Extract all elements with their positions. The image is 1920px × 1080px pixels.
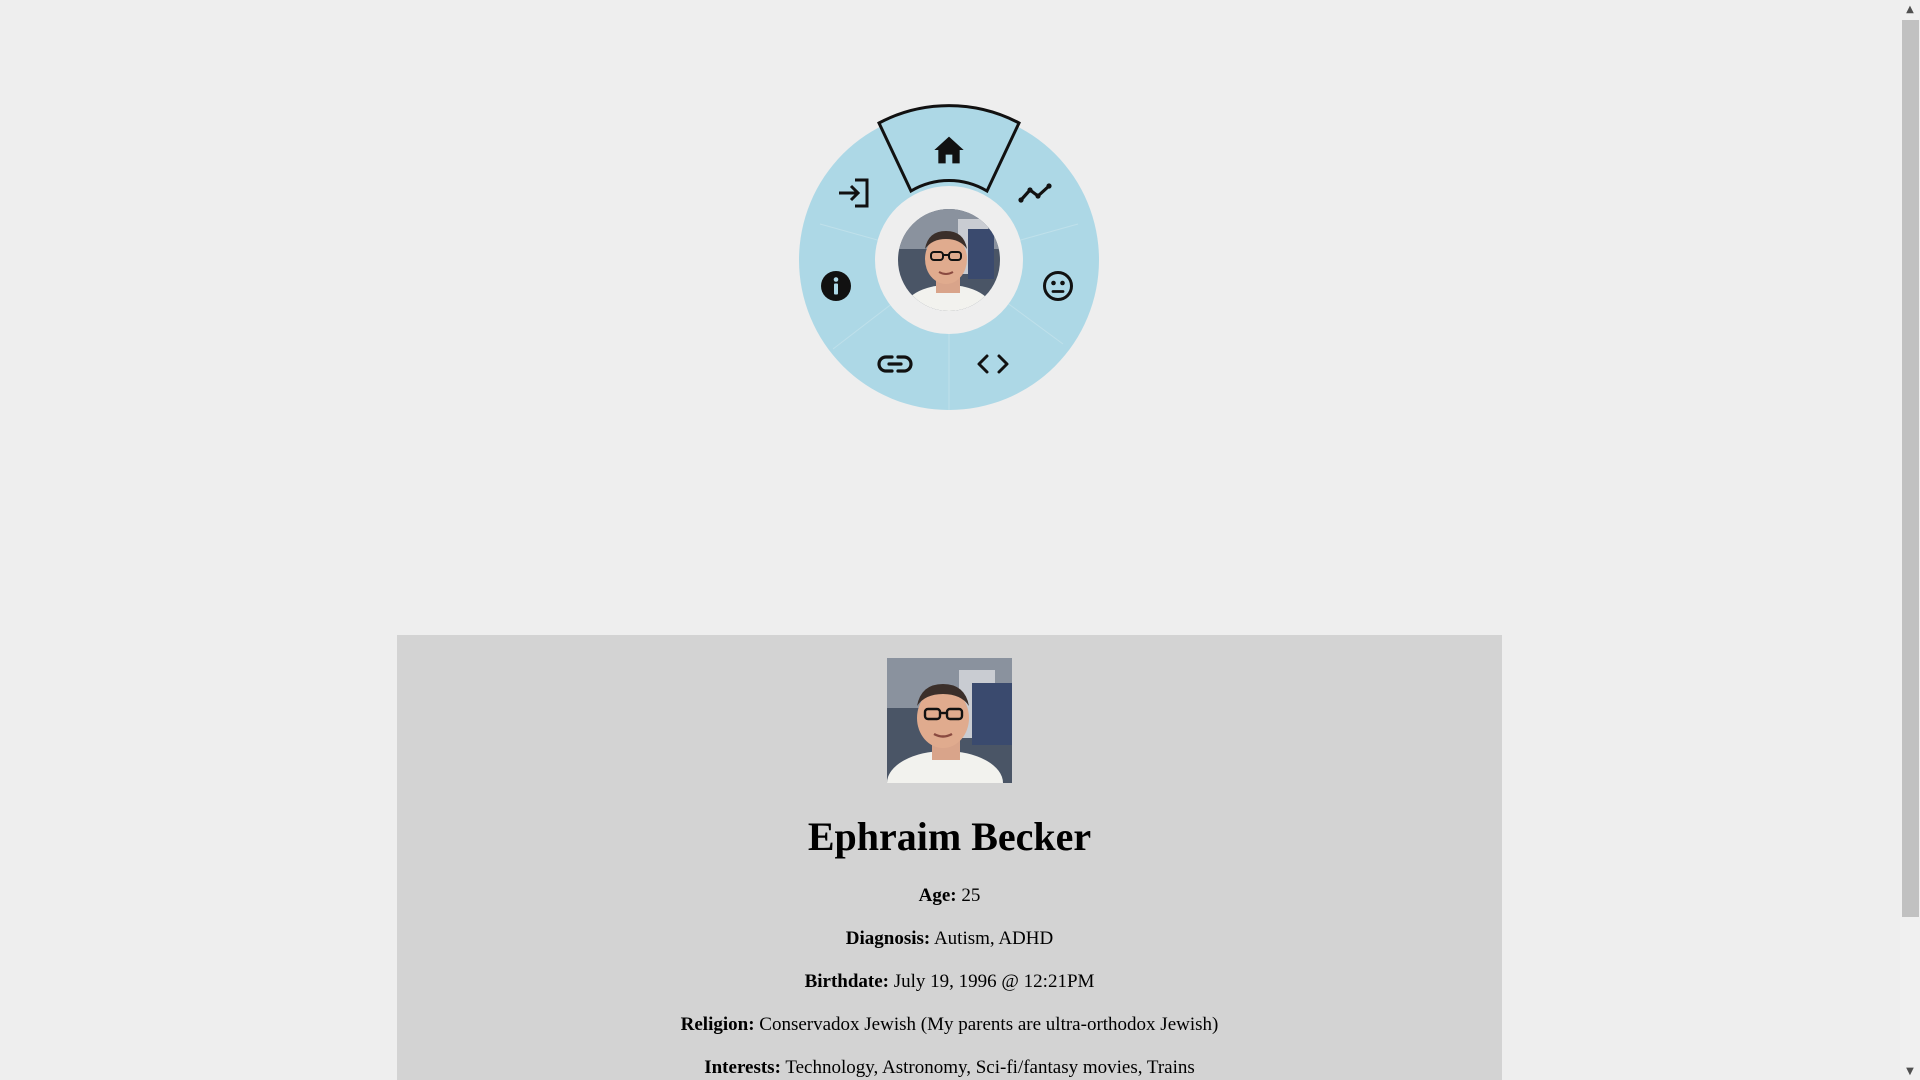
menu-item-mood[interactable] xyxy=(1036,264,1080,308)
menu-item-login[interactable] xyxy=(832,171,876,215)
code-brackets-icon xyxy=(977,354,1009,374)
info-age-label: Age: xyxy=(918,885,957,906)
menu-item-info[interactable] xyxy=(814,264,858,308)
vertical-scrollbar[interactable]: ▲ ▼ xyxy=(1900,0,1920,1080)
trending-icon xyxy=(1018,183,1052,203)
center-avatar[interactable] xyxy=(898,209,1000,311)
neutral-face-icon xyxy=(1043,271,1073,301)
profile-card: Ephraim Becker Age: 25 Diagnosis: Autism… xyxy=(397,635,1502,1080)
scroll-up-arrow-icon[interactable]: ▲ xyxy=(1900,0,1920,18)
info-birthdate-value: July 19, 1996 @ 12:21PM xyxy=(893,971,1095,992)
info-age-value: 25 xyxy=(961,885,981,906)
menu-item-code[interactable] xyxy=(971,342,1015,386)
link-icon xyxy=(877,355,913,373)
menu-item-home[interactable] xyxy=(927,128,971,172)
info-religion-value: Conservadox Jewish (My parents are ultra… xyxy=(759,1014,1219,1035)
info-diagnosis-value: Autism, ADHD xyxy=(933,928,1054,949)
info-icon xyxy=(821,271,851,301)
info-birthdate-label: Birthdate: xyxy=(804,971,889,992)
page: Ephraim Becker Age: 25 Diagnosis: Autism… xyxy=(0,0,1900,1080)
info-birthdate: Birthdate: July 19, 1996 @ 12:21PM xyxy=(397,971,1502,993)
info-age: Age: 25 xyxy=(397,885,1502,907)
info-religion: Religion: Conservadox Jewish (My parents… xyxy=(397,1014,1502,1036)
info-interests-value: Technology, Astronomy, Sci-fi/fantasy mo… xyxy=(785,1057,1195,1078)
info-diagnosis-label: Diagnosis: xyxy=(845,928,931,949)
radial-nav-menu xyxy=(793,104,1105,416)
home-icon xyxy=(934,136,964,164)
menu-item-stats[interactable] xyxy=(1014,171,1058,215)
login-icon xyxy=(839,178,869,208)
info-religion-label: Religion: xyxy=(680,1014,755,1035)
profile-photo xyxy=(887,658,1012,783)
avatar-photo xyxy=(898,209,1000,311)
info-interests: Interests: Technology, Astronomy, Sci-fi… xyxy=(397,1057,1502,1079)
menu-item-links[interactable] xyxy=(873,342,917,386)
scroll-down-arrow-icon[interactable]: ▼ xyxy=(1900,1062,1920,1080)
info-diagnosis: Diagnosis: Autism, ADHD xyxy=(397,928,1502,950)
profile-name: Ephraim Becker xyxy=(807,814,1092,859)
info-interests-label: Interests: xyxy=(704,1057,781,1078)
scroll-thumb[interactable] xyxy=(1902,20,1919,917)
